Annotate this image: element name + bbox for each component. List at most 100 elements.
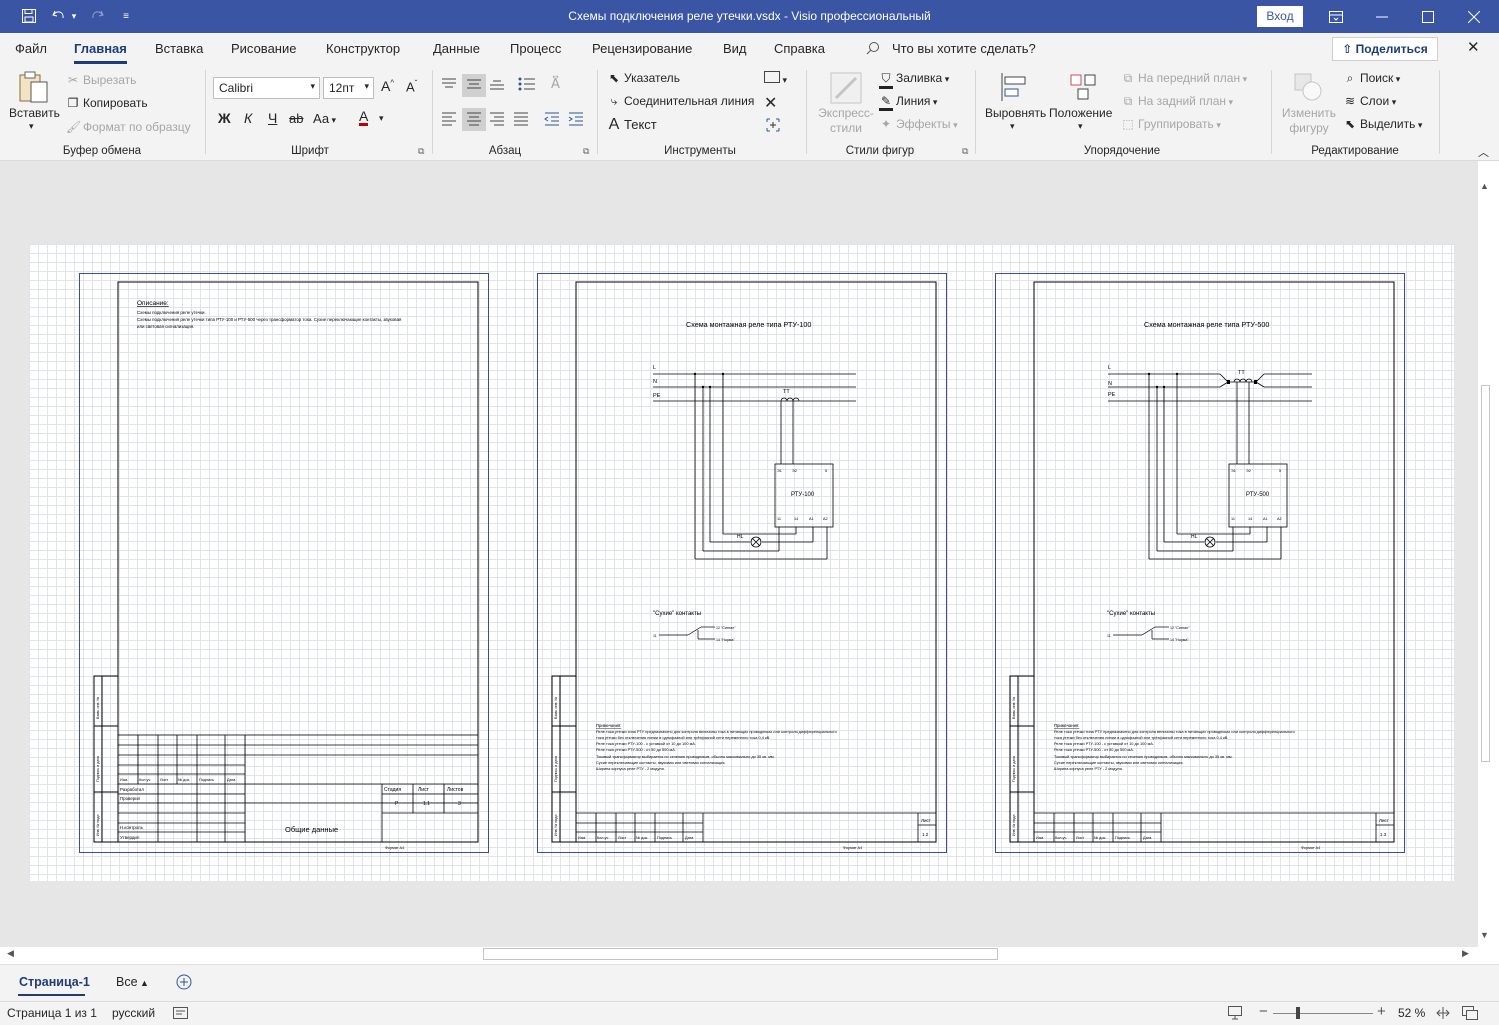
align-shapes-icon[interactable]: [999, 71, 1029, 106]
sheet-2[interactable]: Схема монтажная реле типа РТУ-100 L N PE…: [537, 273, 947, 853]
chevron-down-icon[interactable]: ▾: [1078, 121, 1083, 132]
tab-insert[interactable]: Вставка: [155, 41, 203, 56]
paste-icon[interactable]: [18, 70, 50, 109]
format-label: Формат А4: [385, 846, 404, 850]
scroll-down-icon[interactable]: ▼: [1480, 930, 1489, 940]
align-middle-icon[interactable]: [462, 74, 486, 97]
select-button[interactable]: ⬉ Выделить ▾: [1343, 117, 1422, 131]
tab-design[interactable]: Конструктор: [326, 41, 400, 56]
grow-font-icon[interactable]: A^: [381, 78, 394, 94]
underline-button[interactable]: Ч: [268, 110, 277, 126]
sheet-3[interactable]: Схема монтажная реле типа РТУ-500 L N PE…: [995, 273, 1405, 853]
tab-data[interactable]: Данные: [433, 41, 480, 56]
font-color-button[interactable]: A: [359, 109, 369, 126]
fill-button[interactable]: ⛉ Заливка ▾: [879, 71, 949, 89]
scroll-right-icon[interactable]: ▶: [1462, 948, 1469, 959]
pointer-tool-button[interactable]: ⬉ Указатель: [607, 71, 680, 85]
signin-button[interactable]: Вход: [1257, 6, 1303, 27]
text-tool-button[interactable]: A Текст: [607, 116, 657, 134]
chevron-down-icon[interactable]: ▾: [379, 113, 384, 124]
minimize-icon[interactable]: [1359, 0, 1405, 33]
change-case-label: Аа: [313, 111, 330, 126]
schema-title: Схема монтажная реле типа РТУ-100: [686, 320, 811, 329]
ribbon-display-icon[interactable]: [1313, 0, 1359, 33]
rectangle-shape-button[interactable]: ▾: [764, 71, 787, 86]
zoom-level[interactable]: 52 %: [1398, 1006, 1425, 1020]
tab-file[interactable]: Файл: [15, 41, 47, 56]
position-icon[interactable]: [1067, 71, 1099, 106]
dialog-launcher-icon[interactable]: ⧉: [583, 146, 589, 157]
terminal-label: A2: [823, 517, 828, 521]
paste-button[interactable]: Вставить: [9, 106, 60, 120]
close-shape-icon[interactable]: ✕: [764, 93, 777, 113]
bold-button[interactable]: Ж: [218, 110, 231, 126]
font-family-select[interactable]: Calibri ▾: [213, 77, 320, 99]
italic-button[interactable]: К: [244, 110, 252, 126]
tab-view[interactable]: Вид: [723, 41, 747, 56]
connection-point-icon[interactable]: [764, 116, 782, 137]
scroll-left-icon[interactable]: ◀: [7, 948, 14, 959]
macro-record-icon[interactable]: [173, 1006, 189, 1023]
terminal-label: Э2: [1246, 469, 1251, 473]
line-label: PE: [653, 393, 661, 399]
presentation-mode-icon[interactable]: [1227, 1005, 1243, 1024]
maximize-icon[interactable]: [1405, 0, 1451, 33]
page-tab-current[interactable]: Страница-1: [19, 975, 90, 989]
find-button[interactable]: ⌕ Поиск ▾: [1343, 71, 1401, 86]
decrease-indent-icon[interactable]: [543, 110, 561, 129]
scroll-up-icon[interactable]: ▲: [1480, 181, 1489, 191]
align-center-icon[interactable]: [462, 108, 486, 131]
close-ribbon-icon[interactable]: ✕: [1467, 38, 1480, 56]
justify-icon[interactable]: [512, 110, 530, 129]
align-left-icon[interactable]: [440, 110, 458, 129]
align-top-icon[interactable]: [440, 76, 458, 95]
line-button[interactable]: ✎ Линия ▾: [879, 94, 937, 111]
position-button[interactable]: Положение: [1049, 106, 1112, 120]
note-line: Ширина корпуса реле РТУ - 2 модуля.: [1054, 766, 1123, 771]
sheet-1[interactable]: Описание: Схемы подключения реле утечки.…: [79, 273, 489, 853]
layers-button[interactable]: ≋ Слои ▾: [1343, 94, 1396, 108]
page-indicator[interactable]: Страница 1 из 1: [7, 1006, 97, 1020]
side-label: Инв. № подл.: [554, 814, 558, 836]
copy-button[interactable]: ❐ Копировать: [66, 96, 148, 110]
all-pages-button[interactable]: Все ▲: [116, 975, 149, 989]
horizontal-scroll-thumb[interactable]: [483, 948, 998, 960]
strikethrough-button[interactable]: ab: [289, 111, 303, 126]
tab-review[interactable]: Рецензирование: [592, 41, 692, 56]
align-right-icon[interactable]: [488, 110, 506, 129]
search-icon[interactable]: [866, 41, 880, 58]
zoom-slider[interactable]: [1273, 1013, 1373, 1014]
vertical-scroll-thumb[interactable]: [1481, 385, 1490, 762]
shrink-font-icon[interactable]: Aˇ: [406, 79, 417, 94]
bullets-icon[interactable]: [517, 76, 537, 95]
dialog-launcher-icon[interactable]: ⧉: [418, 146, 424, 157]
zoom-out-icon[interactable]: −: [1259, 1003, 1268, 1020]
dialog-launcher-icon[interactable]: ⧉: [962, 146, 968, 157]
tab-draw[interactable]: Рисование: [231, 41, 296, 56]
align-shapes-button[interactable]: Выровнять: [985, 106, 1046, 120]
tab-home[interactable]: Главная: [74, 41, 127, 64]
tell-me-input[interactable]: Что вы хотите сделать?: [892, 41, 1036, 56]
connector-tool-button[interactable]: ⤷ Соединительная линия: [607, 94, 755, 109]
vertical-scrollbar[interactable]: ▲ ▼: [1478, 177, 1492, 944]
change-case-button[interactable]: Аа ▾: [313, 111, 336, 126]
chevron-down-icon[interactable]: ▾: [29, 121, 34, 132]
close-icon[interactable]: [1451, 0, 1497, 33]
tab-process[interactable]: Процесс: [510, 41, 561, 56]
tab-help[interactable]: Справка: [774, 41, 825, 56]
language-indicator[interactable]: русский: [112, 1006, 155, 1020]
zoom-slider-thumb[interactable]: [1296, 1007, 1300, 1019]
font-size-select[interactable]: 12пт ▾: [323, 77, 374, 99]
align-bottom-icon[interactable]: [488, 76, 506, 95]
add-page-icon[interactable]: [175, 973, 193, 994]
collapse-ribbon-icon[interactable]: ︿: [1478, 144, 1489, 160]
chevron-down-icon[interactable]: ▾: [1010, 121, 1015, 132]
horizontal-scrollbar[interactable]: ◀ ▶: [5, 947, 1475, 961]
fit-page-icon[interactable]: [1435, 1005, 1451, 1024]
switch-windows-icon[interactable]: [1461, 1005, 1479, 1024]
zoom-in-icon[interactable]: +: [1377, 1003, 1386, 1020]
font-family-value: Calibri: [219, 81, 254, 95]
share-button[interactable]: ⇧ Поделиться: [1332, 37, 1438, 61]
increase-indent-icon[interactable]: [567, 110, 585, 129]
pointer-icon: ⬉: [608, 71, 620, 85]
